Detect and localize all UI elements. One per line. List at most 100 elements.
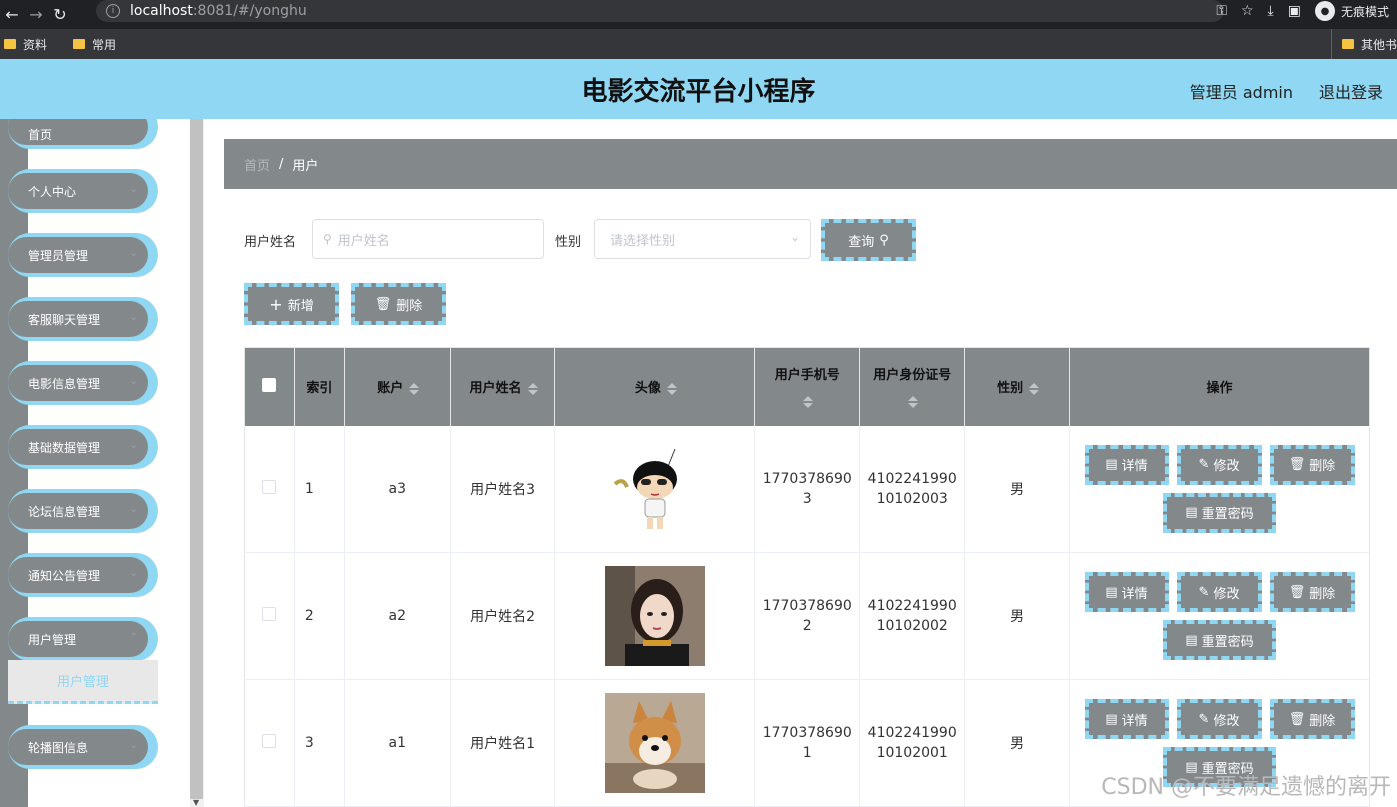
select-all-header[interactable] [244,347,295,426]
search-icon: ⚲ [879,232,889,248]
document-icon: ▤ [1105,711,1118,727]
trash-icon: 🗑 [374,296,392,312]
sort-icon[interactable] [1029,382,1040,395]
breadcrumb: 首页 / 用户 [224,139,1397,189]
pencil-icon: ✎ [1198,711,1210,727]
sidebar-item-notices[interactable]: 通知公告管理 ⌄ [8,553,158,597]
document-icon: ▤ [1185,505,1198,521]
chevron-up-icon: ⌃ [129,632,138,643]
chevron-down-icon: ⌄ [129,376,138,387]
key-icon[interactable]: ⚿ [1216,3,1227,19]
logout-link[interactable]: 退出登录 [1319,79,1383,103]
cell-gender: 男 [964,425,1070,553]
chevron-down-icon: ⌄ [129,568,138,579]
row-checkbox[interactable] [262,734,277,748]
csdn-watermark: CSDN @不要满足遗憾的离开 [1101,775,1391,800]
chevron-down-icon: ⌄ [129,740,138,751]
row-select-cell[interactable] [244,679,295,807]
info-icon[interactable]: i [106,4,120,18]
col-account[interactable]: 账户 [344,347,451,426]
folder-icon [1341,39,1354,49]
other-bookmarks[interactable]: 其他书 [1330,29,1397,59]
delete-button[interactable]: 🗑 删除 [1269,572,1355,612]
col-name[interactable]: 用户姓名 [450,347,556,426]
cell-ops: ▤ 详情 ✎ 修改 🗑 删除 ▤ 重置密码 [1069,552,1370,680]
forward-icon[interactable]: → [24,5,48,24]
sidebar-item-home[interactable]: 首页 [8,119,158,149]
sidebar-subitem-users[interactable]: 用户管理 [8,660,158,704]
download-icon[interactable]: ⤓ [1268,3,1274,19]
sidebar-item-admins[interactable]: 管理员管理 ⌄ [8,233,158,277]
select-all-checkbox[interactable] [262,377,277,392]
bookmarks-bar: 资料 常用 其他书 [0,28,1397,59]
cell-avatar [554,552,756,680]
scroll-down-icon[interactable]: ▼ [193,798,199,807]
row-select-cell[interactable] [244,552,295,680]
row-checkbox[interactable] [262,479,277,494]
sort-icon[interactable] [908,396,919,409]
app-header: 电影交流平台小程序 管理员 admin 退出登录 [0,59,1397,119]
address-bar[interactable]: i localhost:8081/#/yonghu [96,0,1224,22]
sort-icon[interactable] [527,382,538,395]
url-path: :8081/#/yonghu [192,3,307,19]
reload-icon[interactable]: ↻ [48,5,72,24]
name-filter-label: 用户姓名 [244,235,297,250]
name-search-input[interactable]: ⚲ 用户姓名 [312,219,544,259]
query-button[interactable]: 查询 ⚲ [821,219,916,261]
edit-button[interactable]: ✎ 修改 [1176,572,1262,612]
sidebar-item-carousel[interactable]: 轮播图信息 ⌄ [8,725,158,769]
detail-button[interactable]: ▤ 详情 [1084,572,1169,612]
row-select-cell[interactable] [244,425,295,553]
batch-delete-button[interactable]: 🗑 删除 [351,283,446,325]
bookmark-folder[interactable]: 资料 [4,36,47,53]
edit-button[interactable]: ✎ 修改 [1176,444,1262,485]
row-checkbox[interactable] [262,607,277,621]
chevron-down-icon: ⌄ [129,184,138,195]
chevron-down-icon: ⌄ [129,312,138,323]
sidebar-item-profile[interactable]: 个人中心 ⌄ [8,169,158,213]
gender-select[interactable]: 请选择性别 ⌄ [594,219,811,259]
sort-icon[interactable] [409,382,420,395]
sidebar-item-chat[interactable]: 客服聊天管理 ⌄ [8,297,158,341]
edit-button[interactable]: ✎ 修改 [1176,699,1262,739]
cell-name: 用户姓名2 [450,552,556,680]
col-phone[interactable]: 用户手机号 [754,347,861,426]
sidebar-item-movies[interactable]: 电影信息管理 ⌄ [8,361,158,405]
search-icon: ⚲ [323,232,332,246]
delete-button[interactable]: 🗑 删除 [1269,444,1355,485]
back-icon[interactable]: ← [0,5,24,24]
url-host: localhost [130,3,193,19]
col-avatar[interactable]: 头像 [554,347,756,426]
star-icon[interactable]: ☆ [1241,3,1254,19]
sidebar-item-users[interactable]: 用户管理 ⌃ [8,617,158,661]
sidebar-item-basedata[interactable]: 基础数据管理 ⌄ [8,425,158,469]
table-row: 1 a3 用户姓名3 1770378690 3 4102241990 10102… [244,425,1370,553]
bookmark-folder[interactable]: 常用 [73,36,116,53]
dog-photo-avatar [604,693,705,793]
detail-button[interactable]: ▤ 详情 [1084,444,1169,485]
scrollbar-thumb[interactable] [190,119,203,799]
col-idcard[interactable]: 用户身份证号 [859,347,966,426]
col-gender[interactable]: 性别 [964,347,1070,426]
browser-toolbar: ← → ↻ i localhost:8081/#/yonghu ⚿ ☆ ⤓ ▣ … [0,0,1397,28]
reset-password-button[interactable]: ▤ 重置密码 [1163,492,1276,533]
girl-photo-avatar [604,566,705,666]
incognito-icon: ● [1314,1,1335,21]
users-table: 索引 账户 用户姓名 头像 用户手机号 用户身份证号 性别 操作 1 a3 用户… [244,347,1370,807]
sidepanel-icon[interactable]: ▣ [1288,3,1301,19]
breadcrumb-home[interactable]: 首页 [244,155,270,174]
delete-button[interactable]: 🗑 删除 [1269,699,1355,739]
sidebar-item-forum[interactable]: 论坛信息管理 ⌄ [8,489,158,533]
add-button[interactable]: + 新增 [244,283,339,325]
cell-phone: 1770378690 2 [754,552,861,680]
sort-icon[interactable] [666,382,677,395]
document-icon: ▤ [1105,457,1118,473]
cell-index: 1 [294,425,345,553]
chevron-down-icon: ⌄ [129,440,138,451]
incognito-badge[interactable]: ● 无痕模式 [1314,1,1389,21]
detail-button[interactable]: ▤ 详情 [1084,699,1169,739]
reset-password-button[interactable]: ▤ 重置密码 [1163,620,1276,660]
sidebar-scrollbar[interactable]: ▼ [190,119,204,807]
sort-icon[interactable] [803,396,814,409]
table-header-row: 索引 账户 用户姓名 头像 用户手机号 用户身份证号 性别 操作 [244,347,1370,426]
